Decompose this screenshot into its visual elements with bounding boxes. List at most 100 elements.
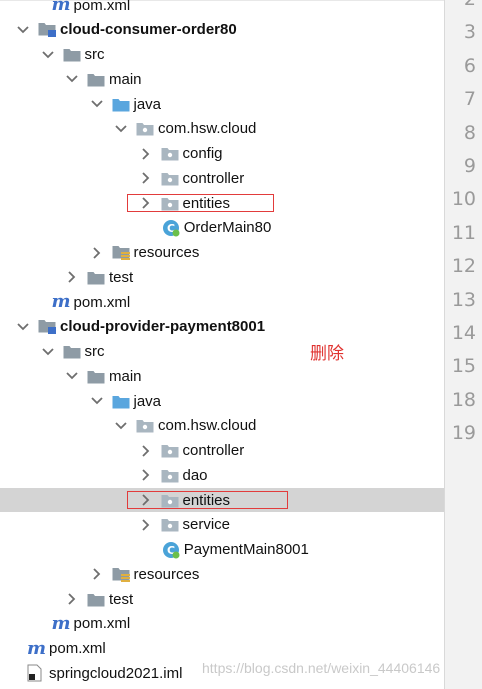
line-number: 6	[463, 54, 476, 77]
module-icon	[38, 21, 58, 39]
spring-class-icon: C	[162, 219, 182, 237]
tree-row[interactable]: dao	[0, 463, 444, 487]
tree-item-label: java	[133, 392, 162, 410]
tree-item-label: resources	[133, 244, 200, 261]
iml-file-icon	[27, 664, 47, 682]
tree-item-label: src	[84, 46, 105, 63]
tree-item-label: pom.xml	[73, 293, 131, 311]
delete-annotation: 删除	[310, 344, 344, 364]
tree-row[interactable]: cloud-provider-payment8001	[0, 315, 444, 339]
chevron-right-icon[interactable]	[90, 246, 104, 259]
package-icon	[161, 442, 181, 460]
tree-row[interactable]: resources	[0, 241, 444, 265]
chevron-down-icon[interactable]	[41, 50, 55, 59]
tree-row[interactable]: src	[0, 340, 444, 364]
chevron-right-icon[interactable]	[65, 593, 79, 605]
tree-row[interactable]: resources	[0, 562, 444, 586]
spring-class-icon: C	[162, 541, 182, 559]
tree-item-label: test	[109, 590, 134, 608]
tree-item-label: resources	[133, 565, 200, 583]
source-folder-icon	[112, 95, 132, 113]
tree-item-label: springcloud2021.iml	[49, 664, 183, 682]
line-number: 2	[442, 0, 476, 10]
tree-item-label: controller	[182, 442, 245, 459]
line-number: 8	[463, 121, 476, 144]
chevron-down-icon[interactable]	[16, 323, 30, 331]
chevron-right-icon[interactable]	[139, 147, 153, 160]
tree-row[interactable]: main	[0, 67, 444, 91]
tree-item-label: pom.xml	[73, 0, 131, 14]
tree-row[interactable]: java	[0, 389, 444, 413]
line-number: 11	[451, 221, 476, 244]
line-number: 18	[451, 388, 476, 411]
tree-item-label: com.hsw.cloud	[158, 120, 257, 138]
tree-row[interactable]: m pom.xml	[0, 290, 444, 314]
folder-icon	[63, 343, 83, 361]
folder-icon	[63, 46, 83, 64]
folder-icon	[87, 70, 107, 88]
tree-row[interactable]: main	[0, 364, 444, 388]
chevron-right-icon[interactable]	[65, 271, 79, 283]
chevron-down-icon[interactable]	[41, 347, 55, 356]
line-number: 3	[463, 21, 476, 44]
line-number-gutter: 2 3 6 7 8 9 10 11 12 13 14 15 18 19	[445, 0, 482, 689]
maven-icon: m	[51, 291, 71, 312]
maven-icon: m	[51, 0, 71, 15]
chevron-down-icon[interactable]	[65, 75, 79, 83]
tree-row[interactable]: cloud-consumer-order80	[0, 18, 444, 42]
tree-item-label: controller	[182, 169, 245, 187]
tree-item-label: main	[109, 367, 142, 385]
tree-row[interactable]: java	[0, 92, 444, 116]
tree-row[interactable]: m pom.xml	[0, 612, 444, 636]
line-number: 14	[451, 322, 476, 344]
tree-row[interactable]: test	[0, 587, 444, 611]
package-icon	[136, 120, 156, 138]
chevron-down-icon[interactable]	[90, 100, 104, 108]
tree-row[interactable]: src	[0, 43, 444, 67]
resources-folder-icon	[112, 244, 132, 262]
tree-row[interactable]: C PaymentMain8001	[0, 538, 444, 562]
tree-row[interactable]: controller	[0, 439, 444, 463]
tree-item-label: src	[84, 343, 105, 360]
tree-row[interactable]: test	[0, 265, 444, 289]
resources-folder-icon	[112, 565, 132, 583]
maven-icon: m	[51, 612, 71, 634]
chevron-down-icon[interactable]	[65, 372, 79, 380]
tree-item-label: service	[182, 516, 231, 534]
line-number: 7	[463, 88, 476, 111]
tree-row[interactable]: m pom.xml	[0, 0, 444, 17]
tree-item-label: dao	[182, 466, 208, 484]
tree-row[interactable]: service	[0, 513, 444, 537]
package-icon	[161, 145, 181, 163]
line-number: 9	[463, 155, 476, 177]
tree-row[interactable]: com.hsw.cloud	[0, 414, 444, 438]
chevron-right-icon[interactable]	[139, 172, 153, 184]
chevron-down-icon[interactable]	[114, 422, 128, 430]
tree-item-label: cloud-consumer-order80	[60, 21, 237, 39]
tree-row[interactable]: com.hsw.cloud	[0, 117, 444, 141]
chevron-right-icon[interactable]	[139, 469, 153, 481]
line-number: 10	[451, 188, 476, 211]
package-icon	[161, 466, 181, 484]
tree-item-label: test	[109, 268, 134, 286]
module-icon	[38, 318, 58, 336]
tree-row[interactable]: C OrderMain80	[0, 216, 444, 240]
tree-item-label: com.hsw.cloud	[158, 417, 257, 435]
line-number: 15	[451, 355, 476, 378]
folder-icon	[87, 367, 107, 385]
chevron-right-icon[interactable]	[90, 568, 104, 580]
chevron-right-icon[interactable]	[139, 444, 153, 457]
tree-item-label: cloud-provider-payment8001	[60, 318, 266, 336]
project-tree[interactable]: m pom.xml cloud-consumer-order80 src main jav…	[0, 0, 444, 689]
chevron-down-icon[interactable]	[114, 125, 128, 133]
watermark: https://blog.csdn.net/weixin_44406146	[202, 660, 441, 676]
tree-row[interactable]: controller	[0, 166, 444, 190]
tree-item-label: main	[109, 70, 142, 88]
chevron-down-icon[interactable]	[90, 397, 104, 405]
tree-row[interactable]: m pom.xml	[0, 637, 444, 661]
chevron-down-icon[interactable]	[16, 26, 30, 34]
tree-row[interactable]: config	[0, 142, 444, 166]
chevron-right-icon[interactable]	[139, 519, 153, 531]
package-icon	[161, 516, 181, 534]
tree-item-label: java	[133, 95, 162, 113]
